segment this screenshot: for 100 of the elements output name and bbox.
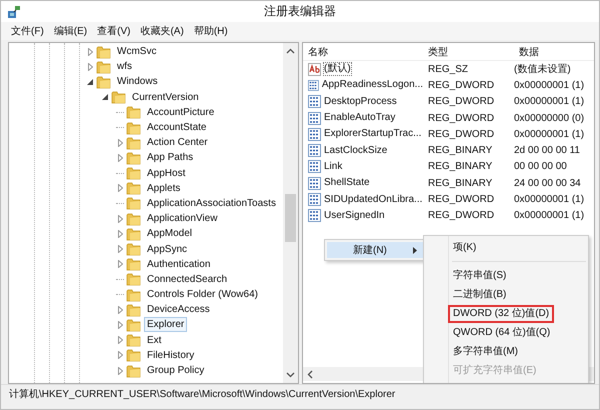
folder-icon [126, 212, 141, 226]
value-name[interactable]: SIDUpdatedOnLibra... [323, 192, 424, 207]
value-data: 24 00 00 00 34 [514, 178, 582, 189]
folder-icon [126, 333, 141, 348]
tree-item[interactable]: Ext [144, 332, 164, 348]
binary-value-icon [308, 144, 321, 158]
value-type: REG_DWORD [427, 210, 496, 222]
expand-arrow-icon[interactable] [88, 62, 92, 71]
window-title: 注册表编辑器 [264, 3, 336, 20]
tree-item[interactable]: ConnectedSearch [144, 272, 230, 287]
expand-arrow-icon[interactable] [118, 320, 122, 329]
menu-item[interactable]: QWORD (64 位)值(Q) [448, 324, 556, 342]
menu-item[interactable]: 帮助(H) [194, 24, 228, 38]
collapse-arrow-icon[interactable] [87, 78, 93, 85]
tree-item[interactable]: Authentication [144, 256, 214, 272]
expand-arrow-icon[interactable] [118, 138, 122, 147]
column-header[interactable]: 类型 [424, 44, 514, 58]
vertical-scrollbar[interactable] [283, 43, 298, 383]
tree-item[interactable]: WcmSvc [114, 44, 160, 60]
menu-item[interactable]: 新建(N) [327, 242, 425, 258]
folder-icon [126, 226, 141, 241]
value-name[interactable]: EnableAutoTray [323, 111, 396, 126]
tree-item[interactable]: ApplicationView [144, 211, 220, 226]
folder-icon [126, 105, 141, 120]
binary-value-icon [308, 209, 321, 222]
menu-item[interactable]: 字符串值(S) [448, 267, 512, 285]
tree-item[interactable]: ApplicationAssociationToasts [144, 196, 279, 211]
value-type: REG_BINARY [427, 161, 494, 172]
expand-arrow-icon[interactable] [118, 260, 122, 268]
value-data: 0x00000001 (1) [514, 96, 586, 108]
menu-item[interactable]: 多字符串值(M) [448, 343, 523, 361]
value-type: REG_DWORD [427, 194, 496, 206]
tree-item[interactable]: DeviceAccess [144, 302, 213, 318]
menu-item[interactable]: 收藏夹(A) [140, 24, 184, 38]
tree-item[interactable]: AccountState [144, 120, 210, 136]
expand-arrow-icon[interactable] [118, 214, 122, 223]
tree-item[interactable]: Applets [144, 180, 184, 196]
value-name[interactable]: DesktopProcess [323, 94, 398, 109]
value-name[interactable]: AppReadinessLogon... [320, 78, 424, 92]
tree-item[interactable]: AccountPicture [144, 104, 218, 120]
menu-item[interactable]: 查看(V) [97, 24, 130, 38]
tree-item[interactable]: AppModel [144, 226, 196, 242]
menu-item[interactable]: 编辑(E) [54, 24, 88, 38]
tree-item[interactable]: AppHost [144, 166, 188, 181]
tree-item[interactable]: Controls Folder (Wow64) [144, 287, 261, 302]
tree-item[interactable]: FileHistory [144, 348, 198, 363]
expand-arrow-icon[interactable] [118, 366, 122, 375]
value-data: 0x00000000 (0) [514, 112, 586, 124]
folder-icon [126, 302, 141, 317]
value-type: REG_BINARY [427, 178, 494, 189]
folder-icon [126, 318, 141, 332]
folder-icon [126, 364, 141, 378]
value-name[interactable]: UserSignedIn [323, 208, 386, 223]
collapse-arrow-icon[interactable] [102, 94, 108, 100]
value-data: 0x00000001 (1) [514, 210, 586, 222]
expand-arrow-icon[interactable] [118, 184, 122, 192]
menu-item[interactable]: 文件(F) [11, 24, 44, 38]
expand-arrow-icon[interactable] [118, 154, 122, 162]
value-name[interactable]: ExplorerStartupTrac... [323, 127, 422, 142]
value-type: REG_BINARY [427, 145, 494, 156]
value-name[interactable]: (默认) [323, 62, 352, 76]
folder-icon [126, 288, 141, 302]
value-name[interactable]: Link [323, 160, 344, 174]
value-data: (数值未设置) [514, 62, 572, 76]
tree-item[interactable]: AppSync [144, 242, 190, 257]
value-name[interactable]: ShellState [323, 176, 371, 190]
scroll-left-icon[interactable] [307, 370, 313, 378]
folder-icon [126, 257, 141, 272]
value-data: 00 00 00 00 [514, 161, 568, 172]
menu-item[interactable]: 项(K) [448, 239, 482, 257]
folder-icon [126, 120, 141, 135]
tree-item[interactable]: Group Policy [144, 363, 208, 378]
expand-arrow-icon[interactable] [118, 336, 122, 344]
binary-value-icon [308, 128, 321, 141]
tree-item[interactable]: CurrentVersion [129, 90, 202, 105]
expand-arrow-icon[interactable] [118, 245, 122, 254]
value-type: REG_DWORD [427, 80, 496, 91]
folder-icon [126, 150, 141, 165]
value-name[interactable]: LastClockSize [323, 144, 388, 158]
tree-item[interactable]: Explorer [144, 317, 188, 332]
folder-icon [126, 196, 141, 210]
expand-arrow-icon[interactable] [88, 48, 92, 56]
expand-arrow-icon[interactable] [118, 351, 122, 360]
scrollbar-thumb[interactable] [285, 194, 296, 242]
tree-item[interactable]: Action Center [144, 135, 211, 150]
binary-value-icon [308, 95, 321, 108]
scroll-up-icon[interactable] [286, 48, 295, 54]
folder-icon [126, 272, 141, 286]
tree-item[interactable]: App Paths [144, 150, 196, 166]
expand-arrow-icon[interactable] [118, 306, 122, 314]
scroll-down-icon[interactable] [286, 372, 295, 378]
column-header[interactable]: 名称 [303, 44, 424, 58]
tree-item[interactable]: wfs [114, 59, 135, 74]
expand-arrow-icon[interactable] [118, 230, 122, 238]
column-header[interactable]: 数据 [514, 44, 594, 58]
tree-item[interactable]: Windows [114, 74, 161, 90]
folder-icon [96, 74, 111, 89]
menu-item[interactable]: DWORD (32 位)值(D) [448, 305, 554, 323]
string-value-icon [308, 62, 321, 76]
menu-item[interactable]: 二进制值(B) [448, 286, 512, 304]
